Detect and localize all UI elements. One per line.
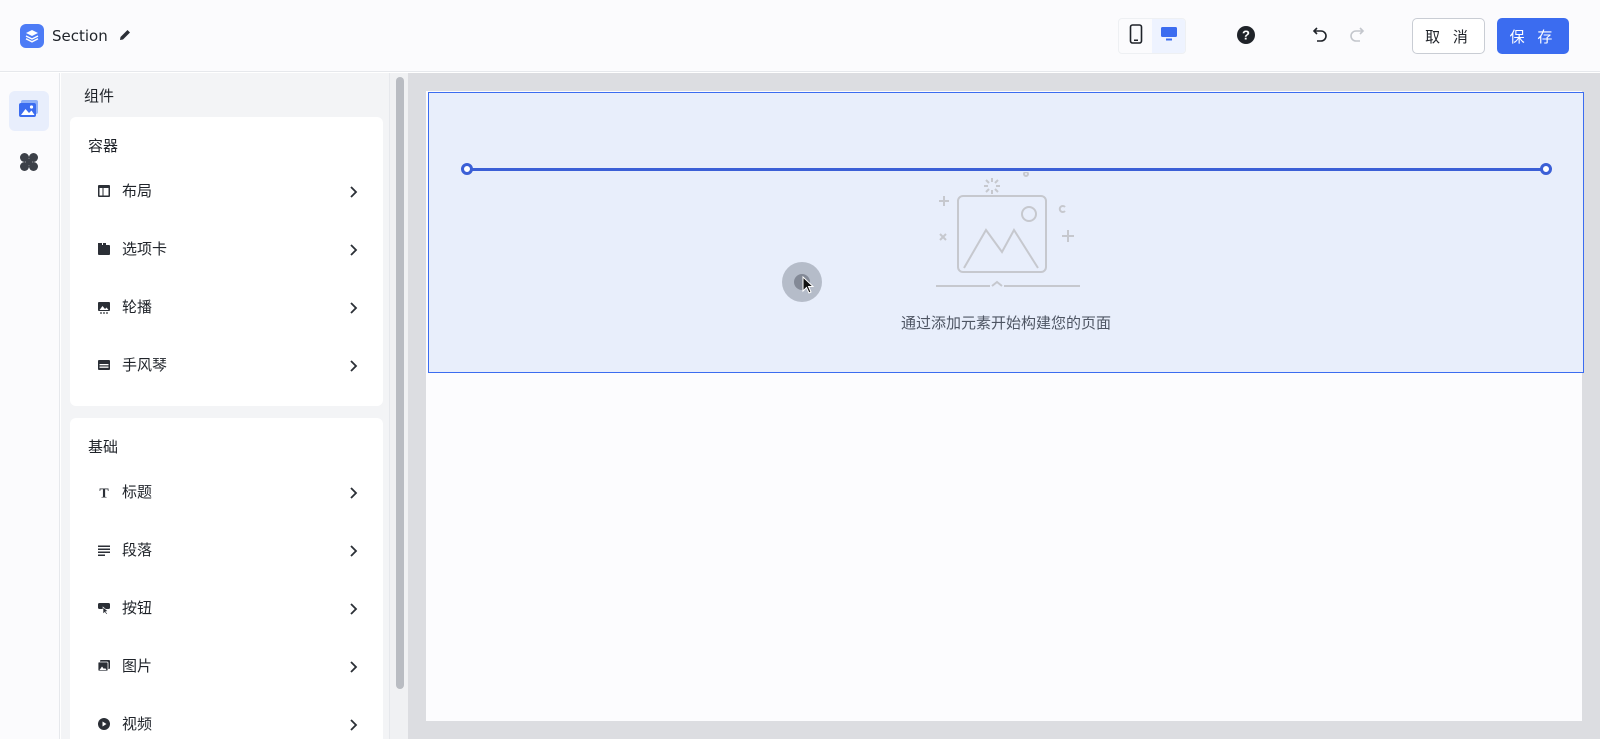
chevron-right-icon bbox=[346, 358, 360, 372]
page-title: Section bbox=[52, 27, 108, 45]
rail-item-components[interactable] bbox=[9, 91, 49, 131]
group-title: 基础 bbox=[88, 438, 119, 456]
clover-icon bbox=[18, 151, 40, 177]
svg-text:T: T bbox=[99, 487, 109, 500]
component-label: 手风琴 bbox=[122, 356, 168, 374]
cancel-button[interactable]: 取 消 bbox=[1412, 18, 1485, 54]
right-resize-handle[interactable] bbox=[1540, 163, 1552, 175]
component-item-accordion[interactable]: 手风琴 bbox=[70, 345, 383, 385]
accordion-icon bbox=[96, 357, 112, 373]
top-toolbar: Section ? 取 消 保 存 bbox=[0, 0, 1600, 72]
group-container: 容器 布局 选项卡 轮播 手风琴 bbox=[70, 117, 383, 406]
mobile-view-icon bbox=[1129, 24, 1143, 48]
panel-title: 组件 bbox=[84, 87, 115, 105]
mobile-view-button[interactable] bbox=[1119, 19, 1152, 53]
layout-icon bbox=[96, 183, 112, 199]
image-gallery-icon bbox=[18, 99, 40, 123]
save-button[interactable]: 保 存 bbox=[1497, 18, 1569, 54]
section-divider-line[interactable] bbox=[466, 168, 1546, 171]
layers-logo-icon bbox=[20, 24, 44, 48]
video-icon bbox=[96, 716, 112, 732]
paragraph-icon bbox=[96, 542, 112, 558]
chevron-right-icon bbox=[346, 485, 360, 499]
heading-icon: T bbox=[96, 484, 112, 500]
component-label: 布局 bbox=[122, 182, 153, 200]
chevron-right-icon bbox=[346, 543, 360, 557]
component-panel: 组件 容器 布局 选项卡 轮播 手风琴 基础 T 标题 段落 按钮 图片 视频 bbox=[61, 73, 397, 739]
component-label: 图片 bbox=[122, 657, 153, 675]
chevron-right-icon bbox=[346, 242, 360, 256]
pencil-icon[interactable] bbox=[116, 26, 134, 44]
component-label: 选项卡 bbox=[122, 240, 168, 258]
component-label: 视频 bbox=[122, 715, 153, 733]
button-icon bbox=[96, 600, 112, 616]
carousel-icon bbox=[96, 299, 112, 315]
group-basic: 基础 T 标题 段落 按钮 图片 视频 bbox=[70, 418, 383, 739]
chevron-right-icon bbox=[346, 184, 360, 198]
help-icon[interactable]: ? bbox=[1236, 25, 1256, 45]
empty-image-illustration-icon bbox=[930, 171, 1090, 292]
component-item-carousel[interactable]: 轮播 bbox=[70, 287, 383, 327]
component-item-heading[interactable]: T 标题 bbox=[70, 472, 383, 512]
chevron-right-icon bbox=[346, 300, 360, 314]
device-switcher bbox=[1118, 18, 1186, 54]
left-resize-handle[interactable] bbox=[461, 163, 473, 175]
component-item-button[interactable]: 按钮 bbox=[70, 588, 383, 628]
component-item-layout[interactable]: 布局 bbox=[70, 171, 383, 211]
component-item-video[interactable]: 视频 bbox=[70, 704, 383, 739]
panel-scrollbar bbox=[389, 73, 408, 739]
scrollbar-thumb[interactable] bbox=[396, 77, 404, 689]
component-item-tabs[interactable]: 选项卡 bbox=[70, 229, 383, 269]
component-label: 段落 bbox=[122, 541, 153, 559]
chevron-right-icon bbox=[346, 717, 360, 731]
chevron-right-icon bbox=[346, 601, 360, 615]
desktop-view-button[interactable] bbox=[1152, 19, 1185, 53]
component-item-image[interactable]: 图片 bbox=[70, 646, 383, 686]
redo-icon[interactable] bbox=[1348, 25, 1368, 45]
tabs-icon bbox=[96, 241, 112, 257]
left-icon-rail bbox=[0, 73, 60, 739]
component-label: 按钮 bbox=[122, 599, 153, 617]
chevron-right-icon bbox=[346, 659, 360, 673]
rail-item-apps[interactable] bbox=[9, 144, 49, 184]
group-title: 容器 bbox=[88, 137, 119, 155]
component-label: 标题 bbox=[122, 483, 153, 501]
mouse-pointer-icon bbox=[802, 275, 816, 296]
component-item-paragraph[interactable]: 段落 bbox=[70, 530, 383, 570]
component-label: 轮播 bbox=[122, 298, 153, 316]
desktop-view-icon bbox=[1160, 26, 1178, 46]
undo-icon[interactable] bbox=[1309, 25, 1329, 45]
svg-text:?: ? bbox=[1242, 28, 1250, 43]
image-icon bbox=[96, 658, 112, 674]
empty-state-message: 通过添加元素开始构建您的页面 bbox=[900, 314, 1111, 332]
